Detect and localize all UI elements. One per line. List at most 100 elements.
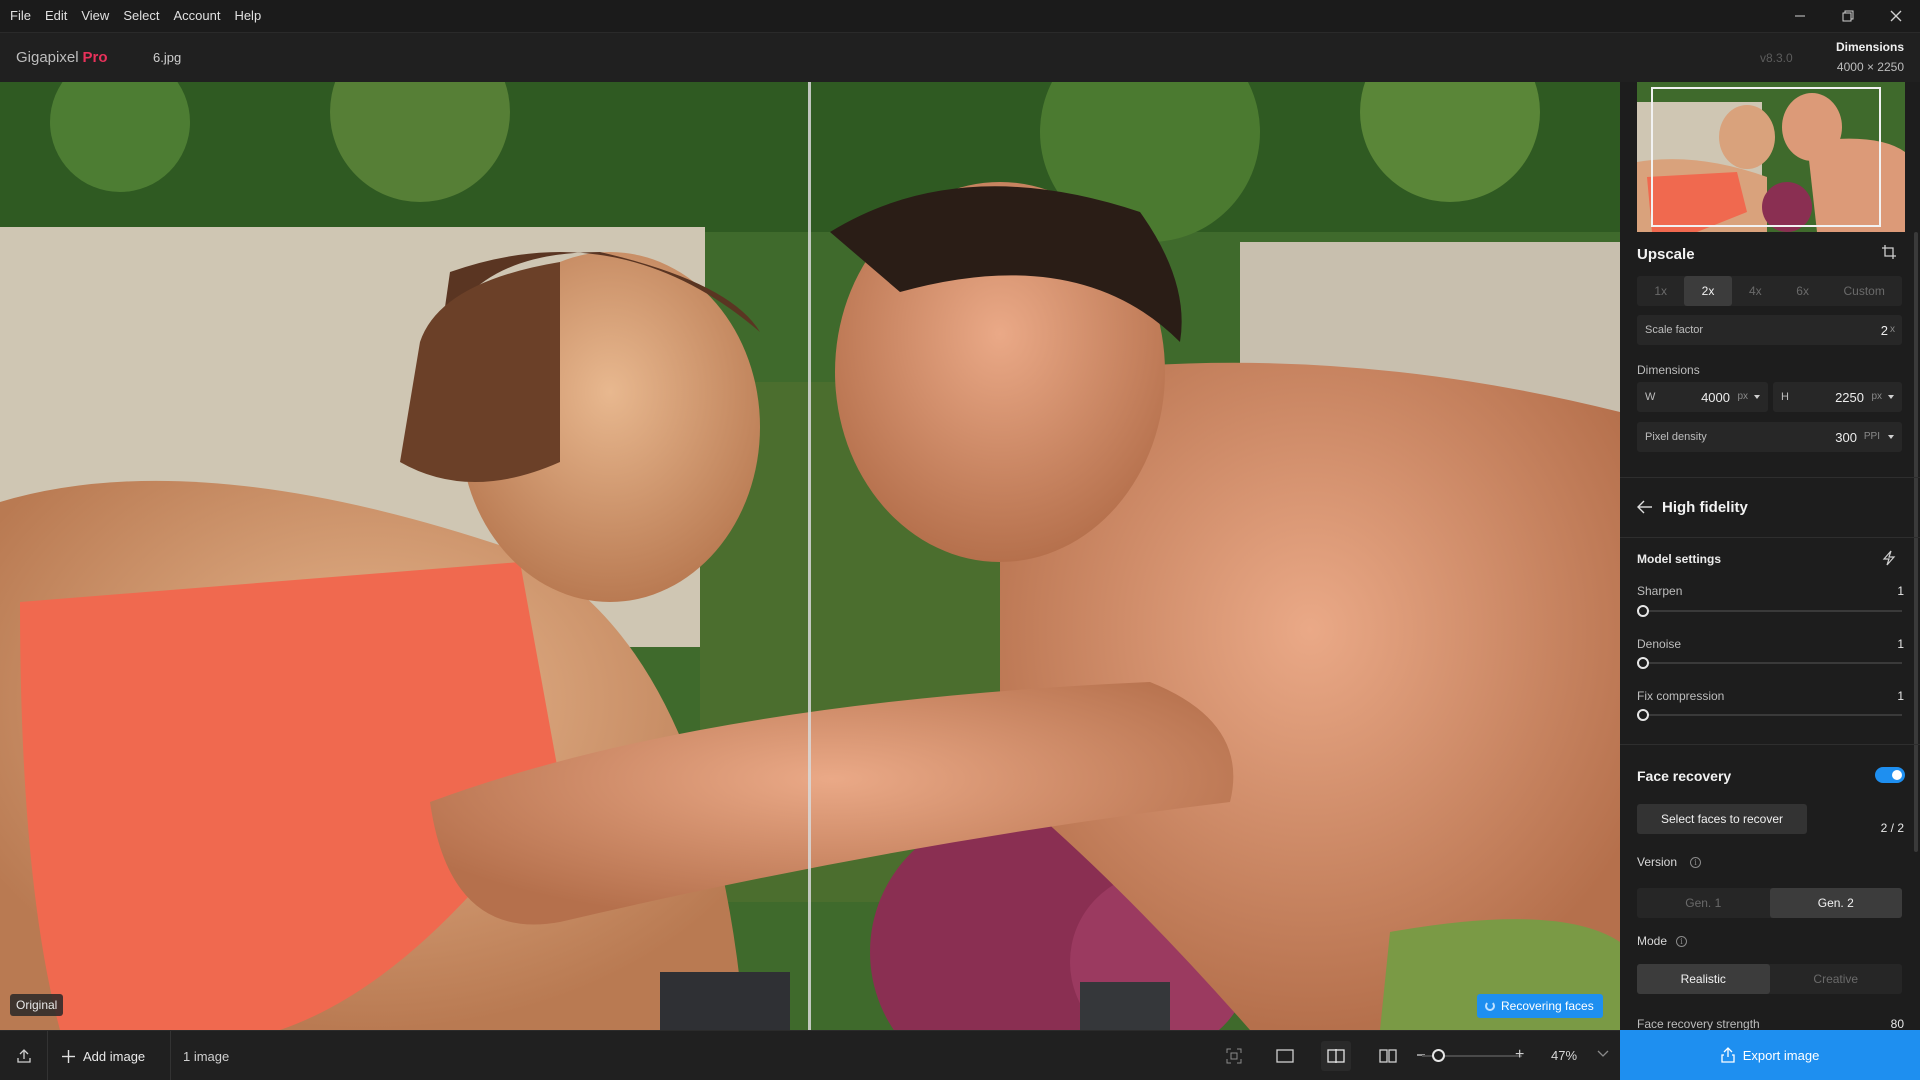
close-window-button[interactable] xyxy=(1872,0,1920,32)
faces-count: 2 / 2 xyxy=(1880,821,1904,835)
restore-button[interactable] xyxy=(1824,0,1872,32)
upscale-title: Upscale xyxy=(1637,246,1695,263)
sharpen-value: 1 xyxy=(1897,584,1904,598)
image-canvas[interactable]: Original Recovering faces xyxy=(0,82,1620,1030)
version-gen1[interactable]: Gen. 1 xyxy=(1637,888,1770,918)
image-count: 1 image xyxy=(170,1031,229,1080)
single-view-button[interactable] xyxy=(1270,1041,1300,1071)
crop-icon[interactable] xyxy=(1881,244,1897,260)
mode-creative[interactable]: Creative xyxy=(1770,964,1903,994)
minimize-button[interactable] xyxy=(1776,0,1824,32)
divider xyxy=(1620,744,1920,745)
mode-realistic[interactable]: Realistic xyxy=(1637,964,1770,994)
model-name[interactable]: High fidelity xyxy=(1662,499,1748,516)
sharpen-slider-thumb[interactable] xyxy=(1637,605,1649,617)
menu-edit[interactable]: Edit xyxy=(38,0,74,32)
height-value[interactable]: 2250 xyxy=(1835,390,1864,405)
select-faces-button[interactable]: Select faces to recover xyxy=(1637,804,1807,834)
upscale-1x[interactable]: 1x xyxy=(1637,276,1684,306)
fit-icon xyxy=(1226,1048,1242,1064)
face-recovery-strength-value: 80 xyxy=(1890,1017,1904,1030)
face-recovery-title: Face recovery xyxy=(1637,768,1732,784)
recovering-faces-badge: Recovering faces xyxy=(1477,994,1603,1018)
upscale-2x[interactable]: 2x xyxy=(1684,276,1732,306)
side-by-side-button[interactable] xyxy=(1373,1041,1403,1071)
width-value[interactable]: 4000 xyxy=(1701,390,1730,405)
app-name: Gigapixel xyxy=(16,49,79,66)
denoise-slider-thumb[interactable] xyxy=(1637,657,1649,669)
viewport-frame[interactable] xyxy=(1651,87,1881,227)
height-label: H xyxy=(1781,391,1789,403)
menu-view[interactable]: View xyxy=(74,0,116,32)
restore-icon xyxy=(1842,10,1854,22)
upscale-6x[interactable]: 6x xyxy=(1779,276,1826,306)
recovering-faces-text: Recovering faces xyxy=(1501,999,1594,1013)
toggle-knob xyxy=(1892,770,1902,780)
zoom-slider-thumb[interactable] xyxy=(1432,1049,1445,1062)
menu-file[interactable]: File xyxy=(0,0,38,32)
divider xyxy=(1620,537,1920,538)
height-field[interactable]: H 2250 px xyxy=(1773,382,1902,412)
export-icon xyxy=(1721,1047,1735,1063)
width-label: W xyxy=(1645,391,1656,403)
export-image-button[interactable]: Export image xyxy=(1620,1030,1920,1080)
upscale-factor-selector: 1x 2x 4x 6x Custom xyxy=(1637,276,1902,306)
version-label: Version xyxy=(1637,855,1678,869)
scale-factor-field[interactable]: Scale factor 2 x xyxy=(1637,315,1902,345)
back-arrow-icon[interactable] xyxy=(1637,500,1653,514)
height-unit-dropdown-icon[interactable] xyxy=(1888,395,1894,399)
mode-info-icon[interactable]: i xyxy=(1676,936,1687,947)
minimize-icon xyxy=(1795,15,1805,17)
settings-panel: Upscale 1x 2x 4x 6x Custom Scale factor … xyxy=(1620,82,1920,1030)
side-by-side-icon xyxy=(1379,1049,1397,1063)
export-image-label: Export image xyxy=(1742,1047,1820,1063)
lightning-icon[interactable] xyxy=(1882,550,1896,566)
scale-factor-label: Scale factor xyxy=(1645,324,1704,336)
width-unit-dropdown-icon[interactable] xyxy=(1754,395,1760,399)
version-gen2[interactable]: Gen. 2 xyxy=(1769,888,1902,918)
pixel-density-value[interactable]: 300 xyxy=(1835,430,1857,445)
menu-account[interactable]: Account xyxy=(166,0,227,32)
upscale-4x[interactable]: 4x xyxy=(1732,276,1779,306)
app-version: v8.3.0 xyxy=(1760,51,1793,65)
width-unit: px xyxy=(1737,391,1748,402)
fix-compression-label: Fix compression xyxy=(1637,689,1725,703)
navigator-thumbnail[interactable] xyxy=(1637,82,1905,232)
menu-help[interactable]: Help xyxy=(227,0,268,32)
denoise-label: Denoise xyxy=(1637,637,1682,651)
version-info-icon[interactable]: i xyxy=(1690,857,1701,868)
add-image-button[interactable]: Add image xyxy=(62,1031,145,1080)
panel-scrollbar[interactable] xyxy=(1914,232,1918,852)
version-selector: Gen. 1 Gen. 2 xyxy=(1637,888,1902,918)
height-unit: px xyxy=(1871,391,1882,402)
pixel-density-field[interactable]: Pixel density 300 PPI xyxy=(1637,422,1902,452)
fit-to-screen-button[interactable] xyxy=(1219,1041,1249,1071)
pixel-density-unit: PPI xyxy=(1863,431,1880,442)
single-view-icon xyxy=(1276,1049,1294,1063)
scale-factor-value[interactable]: 2 xyxy=(1881,323,1888,338)
denoise-slider[interactable] xyxy=(1640,662,1902,664)
upscale-custom[interactable]: Custom xyxy=(1826,276,1902,306)
fix-compression-slider[interactable] xyxy=(1640,714,1902,716)
pixel-density-label: Pixel density xyxy=(1645,431,1707,443)
fix-compression-value: 1 xyxy=(1897,689,1904,703)
split-view-button[interactable] xyxy=(1321,1041,1351,1071)
menu-select[interactable]: Select xyxy=(116,0,166,32)
zoom-plus-icon[interactable]: + xyxy=(1515,1047,1524,1063)
app-tier: Pro xyxy=(82,49,108,66)
split-divider[interactable] xyxy=(808,82,811,1030)
divider xyxy=(1620,477,1920,478)
upload-button[interactable] xyxy=(0,1031,48,1080)
sharpen-slider[interactable] xyxy=(1640,610,1902,612)
pixel-density-dropdown-icon[interactable] xyxy=(1888,435,1894,439)
dimensions-value: 4000 × 2250 xyxy=(1836,60,1904,74)
face-recovery-toggle[interactable] xyxy=(1875,767,1905,783)
chevron-down-icon[interactable] xyxy=(1597,1050,1609,1058)
zoom-value[interactable]: 47% xyxy=(1551,1048,1577,1063)
mode-selector: Realistic Creative xyxy=(1637,964,1902,994)
fix-compression-slider-thumb[interactable] xyxy=(1637,709,1649,721)
file-name: 6.jpg xyxy=(153,50,182,65)
width-field[interactable]: W 4000 px xyxy=(1637,382,1768,412)
spinner-icon xyxy=(1485,1001,1495,1011)
denoise-value: 1 xyxy=(1897,637,1904,651)
